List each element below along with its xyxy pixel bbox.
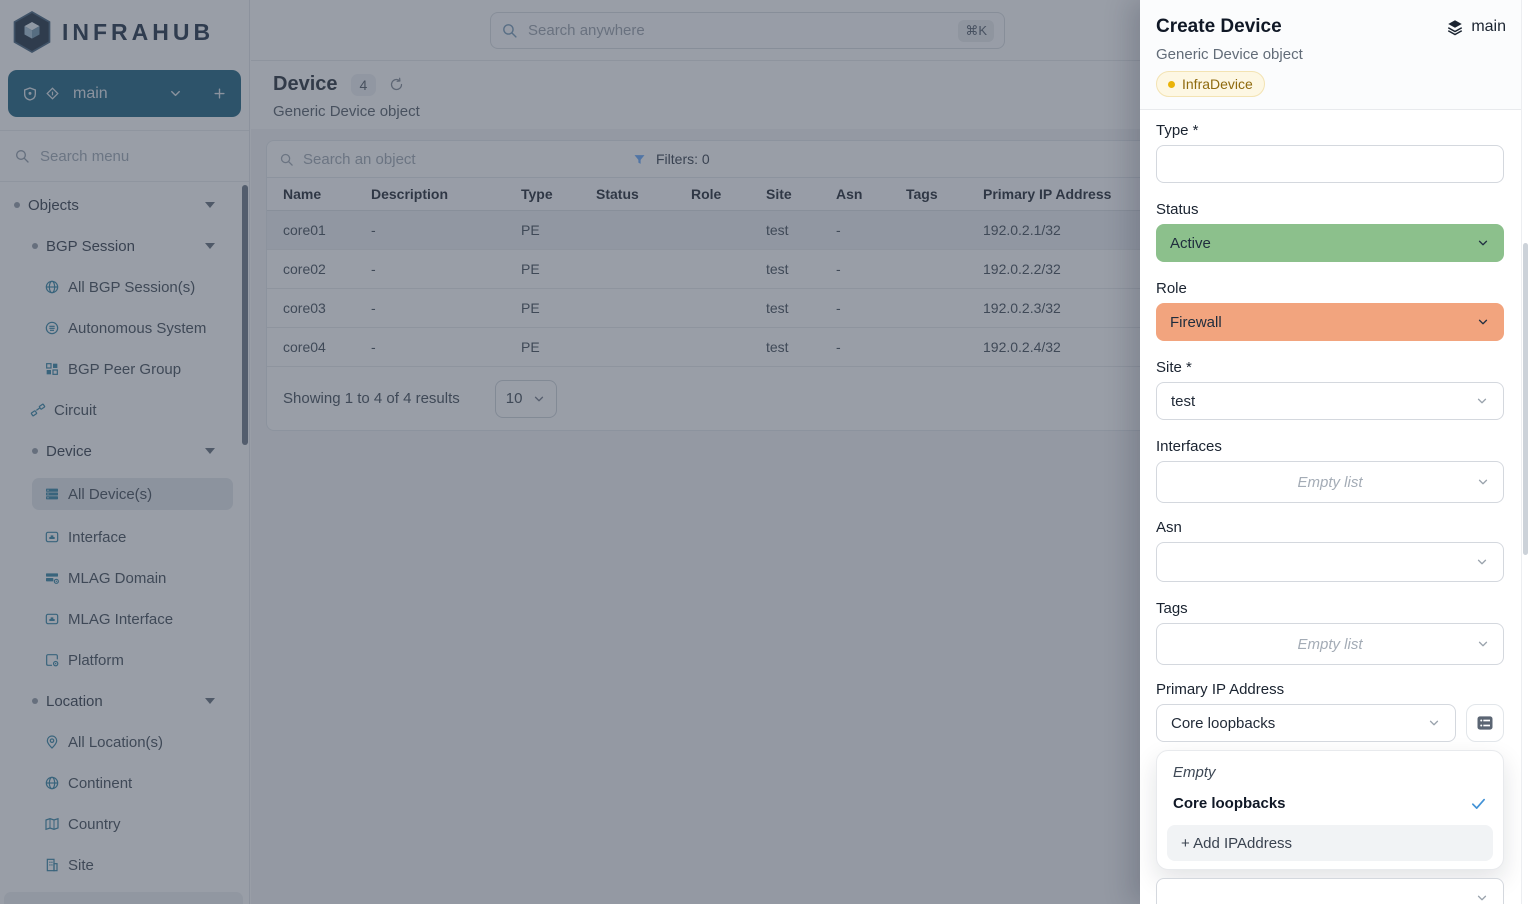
drawer-header: Create Device main Generic Device object…	[1140, 0, 1530, 110]
field-label: Type *	[1156, 122, 1504, 139]
primary-ip-select[interactable]: Core loopbacks	[1156, 704, 1456, 742]
drawer-scrollbar-thumb[interactable]	[1523, 243, 1528, 555]
field-label: Site *	[1156, 359, 1504, 376]
role-select[interactable]: Firewall	[1156, 303, 1504, 341]
chevron-down-icon	[1476, 315, 1490, 329]
field-type: Type *	[1156, 122, 1504, 183]
type-input[interactable]	[1156, 145, 1504, 183]
field-label: Interfaces	[1156, 438, 1504, 455]
site-value: test	[1171, 393, 1195, 410]
dropdown-option-core-loopbacks[interactable]: Core loopbacks	[1163, 788, 1497, 819]
field-interfaces: Interfaces Empty list	[1156, 438, 1504, 503]
drawer-branch: main	[1446, 18, 1506, 36]
interfaces-select[interactable]: Empty list	[1156, 461, 1504, 503]
field-primary-ip: Primary IP Address Core loopbacks Empty	[1156, 681, 1504, 904]
field-site: Site * test	[1156, 359, 1504, 420]
option-label: Core loopbacks	[1173, 795, 1286, 812]
site-select[interactable]: test	[1156, 382, 1504, 420]
chevron-down-icon	[1475, 891, 1489, 904]
drawer-subtitle: Generic Device object	[1156, 46, 1506, 63]
next-field-select-partial[interactable]	[1156, 878, 1504, 904]
field-asn: Asn	[1156, 519, 1504, 582]
field-label: Primary IP Address	[1156, 681, 1504, 698]
field-status: Status Active	[1156, 201, 1504, 262]
create-device-form: Type * Status Active Role Firewall Site …	[1140, 110, 1530, 904]
add-ipaddress-label: + Add IPAddress	[1181, 835, 1292, 852]
kind-badge: InfraDevice	[1156, 71, 1265, 97]
option-label: Empty	[1173, 764, 1216, 781]
list-details-icon	[1475, 713, 1495, 733]
chevron-down-icon	[1427, 716, 1441, 730]
status-select[interactable]: Active	[1156, 224, 1504, 262]
chevron-down-icon	[1476, 475, 1490, 489]
chevron-down-icon	[1475, 555, 1489, 569]
check-icon	[1470, 795, 1487, 812]
chevron-down-icon	[1476, 637, 1490, 651]
dropdown-option-empty[interactable]: Empty	[1163, 757, 1497, 788]
drawer-title: Create Device	[1156, 16, 1282, 38]
add-ipaddress-button[interactable]: + Add IPAddress	[1167, 825, 1493, 861]
primary-ip-dropdown: Empty Core loopbacks + Add IPAddress	[1156, 750, 1504, 870]
role-value: Firewall	[1170, 314, 1222, 331]
create-device-drawer: Create Device main Generic Device object…	[1140, 0, 1530, 904]
empty-list-placeholder: Empty list	[1297, 474, 1362, 491]
status-value: Active	[1170, 235, 1211, 252]
field-label: Role	[1156, 280, 1504, 297]
chevron-down-icon	[1475, 394, 1489, 408]
field-label: Asn	[1156, 519, 1504, 536]
primary-ip-value: Core loopbacks	[1171, 715, 1275, 732]
field-label: Status	[1156, 201, 1504, 218]
open-list-view-button[interactable]	[1466, 704, 1504, 742]
kind-badge-label: InfraDevice	[1182, 76, 1253, 92]
field-label: Tags	[1156, 600, 1504, 617]
empty-list-placeholder: Empty list	[1297, 636, 1362, 653]
layers-icon	[1446, 18, 1464, 36]
asn-select[interactable]	[1156, 542, 1504, 582]
app-root: INFRAHUB main Search menu Objects BGP Se…	[0, 0, 1530, 904]
chevron-down-icon	[1476, 236, 1490, 250]
drawer-branch-name: main	[1471, 18, 1506, 36]
field-role: Role Firewall	[1156, 280, 1504, 341]
badge-dot	[1168, 81, 1175, 88]
drawer-scrollbar[interactable]	[1521, 0, 1530, 904]
tags-select[interactable]: Empty list	[1156, 623, 1504, 665]
field-tags: Tags Empty list	[1156, 600, 1504, 665]
